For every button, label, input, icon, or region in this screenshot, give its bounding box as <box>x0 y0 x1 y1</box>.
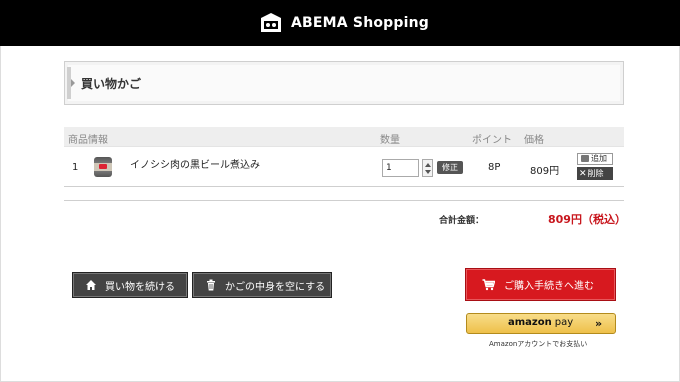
close-icon: ✕ <box>579 169 587 179</box>
total-label: 合計金額： <box>439 216 485 226</box>
divider <box>64 200 624 201</box>
amazon-pay-caption: Amazonアカウントでお支払い <box>489 340 588 348</box>
continue-shopping-button[interactable]: 買い物を続ける <box>72 272 188 298</box>
divider <box>64 146 624 147</box>
cart-table-header: 商品情報 数量 ポイント 価格 <box>64 127 624 146</box>
total-value: 809円（税込） <box>548 213 626 226</box>
header-quantity: 数量 <box>380 135 400 146</box>
divider <box>64 186 624 187</box>
cart-icon <box>482 278 496 291</box>
quantity-input[interactable] <box>382 159 419 177</box>
title-notch-icon <box>71 79 75 87</box>
row-index: 1 <box>72 162 79 173</box>
spinner-up-icon[interactable] <box>425 163 431 167</box>
page-title: 買い物かご <box>81 77 142 91</box>
header-price: 価格 <box>524 135 544 146</box>
update-quantity-button[interactable]: 修正 <box>437 161 463 174</box>
amazon-pay-button[interactable]: amazon pay » <box>466 313 616 334</box>
row-points: 8P <box>488 162 501 173</box>
empty-cart-label: かごの中身を空にする <box>225 281 326 293</box>
amazon-pay-logo: amazon pay <box>508 317 573 328</box>
row-price: 809円 <box>530 166 560 177</box>
heart-icon <box>581 155 589 162</box>
continue-shopping-label: 買い物を続ける <box>105 281 175 293</box>
product-thumbnail[interactable] <box>94 157 112 177</box>
product-name[interactable]: イノシシ肉の黒ビール煮込み <box>130 156 260 171</box>
brand-logo[interactable]: ABEMA Shopping <box>258 11 429 35</box>
trash-icon <box>205 279 217 291</box>
amazon-brand-text: amazon <box>508 317 552 328</box>
checkout-label: ご購入手続きへ進む <box>504 281 594 292</box>
add-favorite-button[interactable]: 追加 <box>577 153 613 165</box>
abema-logo-icon <box>258 12 284 34</box>
checkout-button[interactable]: ご購入手続きへ進む <box>465 268 616 301</box>
top-header-bar: ABEMA Shopping <box>0 0 680 46</box>
brand-name: ABEMA Shopping <box>291 15 430 31</box>
chevron-right-icon: » <box>595 317 603 330</box>
header-points: ポイント <box>472 135 512 146</box>
delete-label: 削除 <box>587 169 604 178</box>
empty-cart-button[interactable]: かごの中身を空にする <box>192 272 332 298</box>
add-label: 追加 <box>591 154 607 163</box>
home-icon <box>85 279 97 291</box>
quantity-spinner[interactable] <box>422 159 433 177</box>
delete-item-button[interactable]: ✕削除 <box>577 167 613 180</box>
amazon-pay-text: pay <box>554 317 574 328</box>
header-product: 商品情報 <box>68 135 108 146</box>
page-title-box: 買い物かご <box>64 61 624 105</box>
spinner-down-icon[interactable] <box>425 170 431 174</box>
